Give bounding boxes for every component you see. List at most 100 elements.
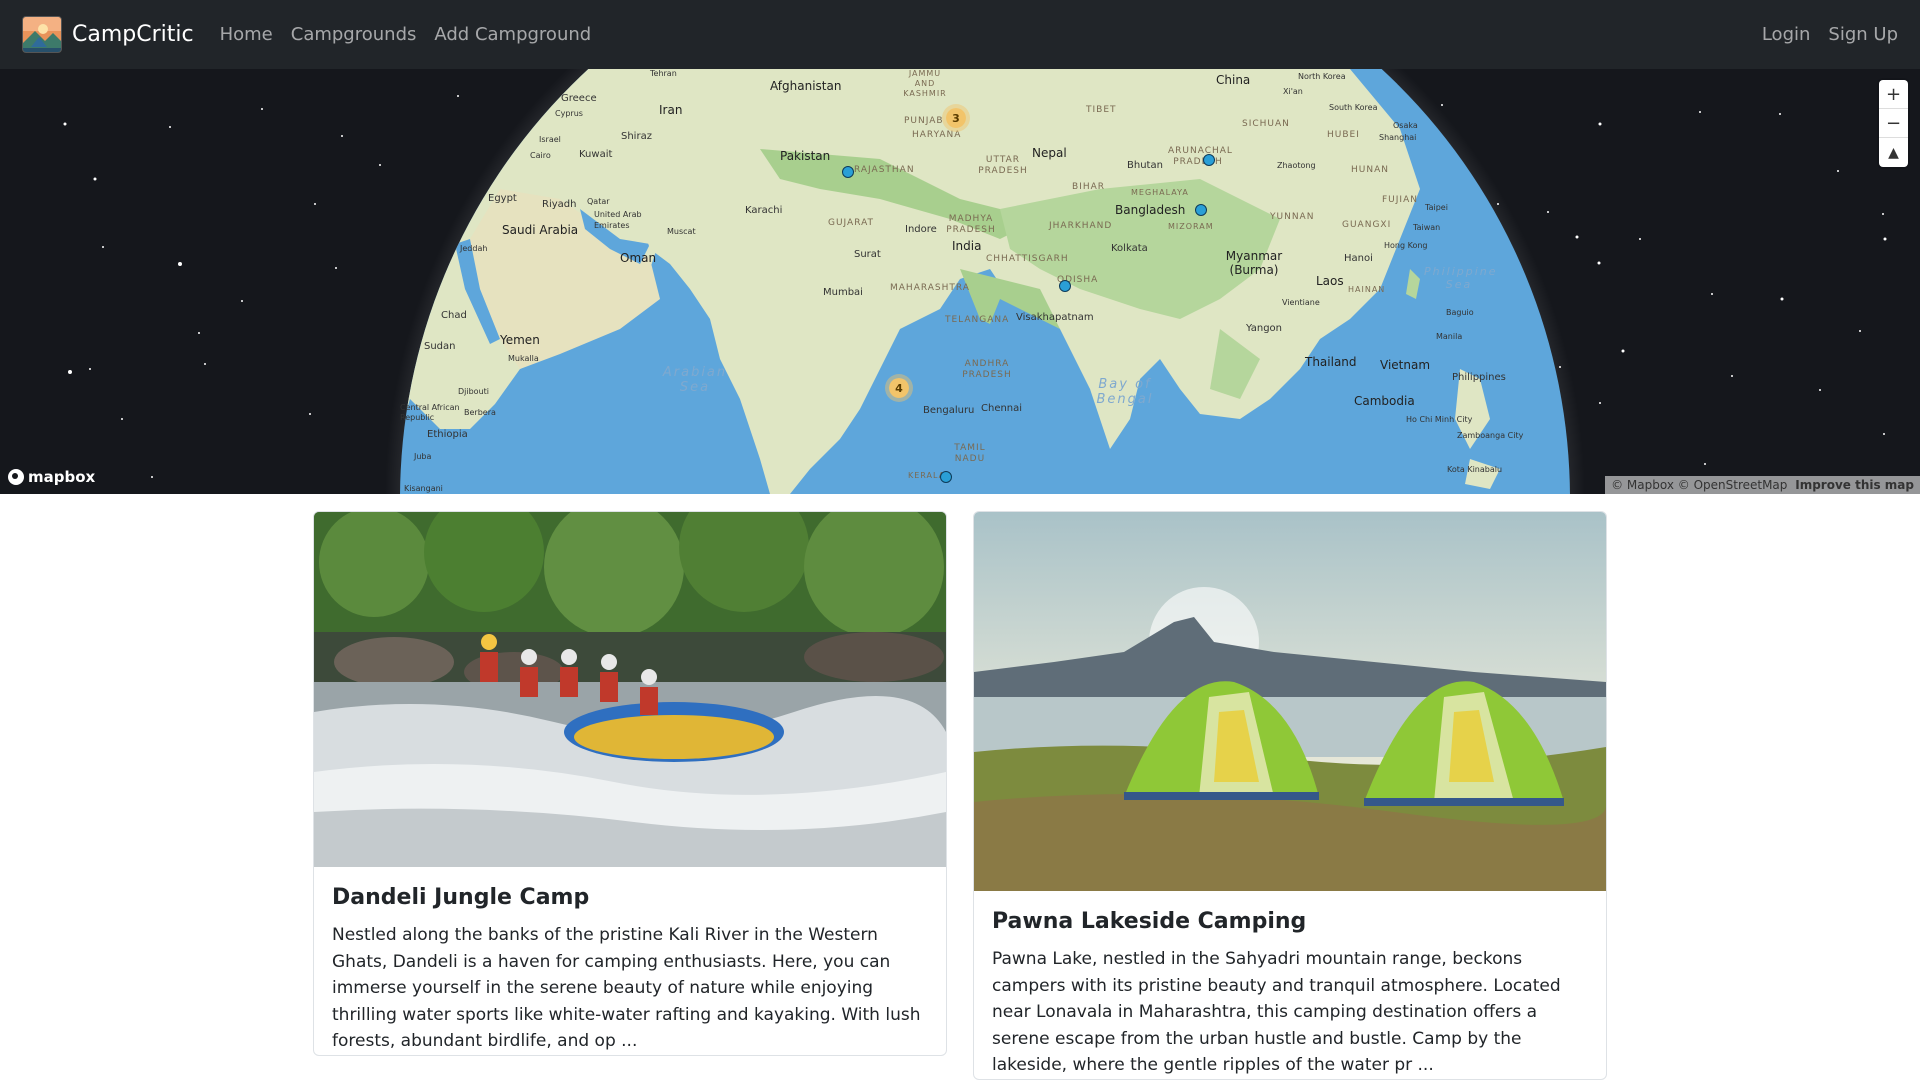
map-label-hong-kong: Hong Kong xyxy=(1384,241,1428,250)
map-label-zhaotong: Zhaotong xyxy=(1277,161,1316,170)
map-label-cairo: Cairo xyxy=(530,151,551,160)
map-label-zamboanga: Zamboanga City xyxy=(1457,431,1524,440)
map-pin[interactable] xyxy=(1059,280,1071,292)
map-label-cambodia: Cambodia xyxy=(1354,394,1415,408)
map-region-arunachal: ARUNACHAL PRADESH xyxy=(1168,146,1233,167)
brand-name: CampCritic xyxy=(72,22,194,47)
map-pin[interactable] xyxy=(940,471,952,483)
map-region-meghalaya: MEGHALAYA xyxy=(1131,188,1189,197)
map-cluster-4[interactable]: 4 xyxy=(885,374,913,402)
map-label-greece: Greece xyxy=(561,93,597,104)
map-label-kisangani: Kisangani xyxy=(404,484,443,493)
nav-login[interactable]: Login xyxy=(1762,24,1811,45)
map-pin[interactable] xyxy=(1203,154,1215,166)
card-title: Pawna Lakeside Camping xyxy=(992,909,1307,934)
map-attribution: © Mapbox © OpenStreetMap Improve this ma… xyxy=(1605,476,1920,494)
map-region-tn: TAMIL NADU xyxy=(954,443,986,464)
map-label-israel: Israel xyxy=(539,135,561,144)
map-region-chhattisgarh: CHHATTISGARH xyxy=(986,254,1069,264)
map-label-osaka: Osaka xyxy=(1393,121,1418,130)
map-cluster-3[interactable]: 3 xyxy=(942,104,970,132)
map-label-riyadh: Riyadh xyxy=(542,199,577,210)
map-pin[interactable] xyxy=(842,166,854,178)
map-label-bengaluru: Bengaluru xyxy=(923,405,975,416)
map-label-myanmar: Myanmar (Burma) xyxy=(1225,249,1283,277)
mapbox-logo[interactable]: mapbox xyxy=(8,468,95,486)
map-region-jharkhand: JHARKHAND xyxy=(1049,221,1113,231)
map-region-mizoram: MIZORAM xyxy=(1168,222,1214,231)
map-label-china: China xyxy=(1216,73,1251,87)
map-label-manila: Manila xyxy=(1436,332,1463,341)
mapbox-logo-icon xyxy=(8,469,24,485)
map-label-uae: United Arab Emirates xyxy=(594,210,642,230)
map-label-pakistan: Pakistan xyxy=(780,149,831,163)
map-label-philippines: Philippines xyxy=(1452,372,1506,383)
zoom-in-button[interactable]: + xyxy=(1879,80,1908,109)
nav-add-campground[interactable]: Add Campground xyxy=(434,24,591,45)
brand-link[interactable]: CampCritic xyxy=(22,16,194,53)
campground-card[interactable]: Pawna Lakeside Camping Pawna Lake, nestl… xyxy=(973,511,1607,1080)
map-navigation-control: + − ▲ xyxy=(1879,80,1908,167)
card-body: Dandeli Jungle Camp Nestled along the ba… xyxy=(314,867,946,1055)
map-region-yunnan: YUNNAN xyxy=(1270,212,1315,222)
nav-auth-links: Login Sign Up xyxy=(1744,24,1898,45)
map-label-laos: Laos xyxy=(1316,274,1344,288)
map-label-taiwan: Taiwan xyxy=(1413,223,1441,232)
map-label-hcmc: Ho Chi Minh City xyxy=(1406,415,1473,424)
map-region-hunan: HUNAN xyxy=(1351,165,1389,175)
cluster-map[interactable]: Afghanistan Iran Pakistan Nepal China In… xyxy=(0,69,1920,494)
card-title: Dandeli Jungle Camp xyxy=(332,885,590,910)
map-label-berbera: Berbera xyxy=(464,408,496,417)
map-pin[interactable] xyxy=(1195,204,1207,216)
map-label-cyprus: Cyprus xyxy=(555,109,583,118)
brand-logo-icon xyxy=(22,16,62,53)
improve-map-link[interactable]: Improve this map xyxy=(1795,478,1914,492)
map-label-ethiopia: Ethiopia xyxy=(427,429,468,440)
map-label-juba: Juba xyxy=(414,452,432,461)
map-label-karachi: Karachi xyxy=(745,205,783,216)
map-region-sichuan: SICHUAN xyxy=(1242,119,1290,129)
map-label-indore: Indore xyxy=(905,224,937,235)
map-label-chennai: Chennai xyxy=(981,403,1023,414)
nav-links: Home Campgrounds Add Campground xyxy=(220,24,610,45)
map-label-nepal: Nepal xyxy=(1032,146,1067,160)
map-label-kota-kinabalu: Kota Kinabalu xyxy=(1447,465,1503,474)
map-region-up: UTTAR PRADESH xyxy=(978,155,1028,176)
map-label-bhutan: Bhutan xyxy=(1127,160,1163,171)
compass-button[interactable]: ▲ xyxy=(1879,138,1908,167)
map-label-oman: Oman xyxy=(620,251,657,265)
map-label-saudi-arabia: Saudi Arabia xyxy=(502,223,579,237)
attribution-text[interactable]: © Mapbox © OpenStreetMap xyxy=(1611,478,1787,492)
card-description: Pawna Lake, nestled in the Sahyadri moun… xyxy=(992,949,1561,1075)
map-label-shanghai: Shanghai xyxy=(1379,133,1417,142)
map-sea-arabian: Arabian Sea xyxy=(662,365,728,395)
map-label-taipei: Taipei xyxy=(1425,203,1448,212)
map-label-sudan: Sudan xyxy=(424,341,456,352)
campground-card[interactable]: Dandeli Jungle Camp Nestled along the ba… xyxy=(313,511,947,1056)
map-label-qatar: Qatar xyxy=(587,197,610,206)
zoom-out-button[interactable]: − xyxy=(1879,109,1908,138)
map-label-muscat: Muscat xyxy=(667,227,696,236)
map-label-surat: Surat xyxy=(854,249,881,260)
card-body: Pawna Lakeside Camping Pawna Lake, nestl… xyxy=(974,891,1606,1079)
nav-campgrounds[interactable]: Campgrounds xyxy=(291,24,417,45)
map-region-gujarat: GUJARAT xyxy=(828,218,875,228)
map-label-yangon: Yangon xyxy=(1246,323,1283,334)
nav-home[interactable]: Home xyxy=(220,24,273,45)
map-label-thailand: Thailand xyxy=(1305,355,1357,369)
mapbox-logo-text: mapbox xyxy=(28,468,96,486)
map-label-egypt: Egypt xyxy=(488,193,517,204)
map-label-vientiane: Vientiane xyxy=(1282,298,1320,307)
map-label-yemen: Yemen xyxy=(500,333,540,347)
campground-image xyxy=(314,512,946,867)
campground-image xyxy=(974,512,1606,891)
map-region-mp: MADHYA PRADESH xyxy=(946,214,996,235)
map-region-hubei: HUBEI xyxy=(1327,130,1360,140)
map-label-visakhapatnam: Visakhapatnam xyxy=(1016,312,1094,323)
nav-signup[interactable]: Sign Up xyxy=(1828,24,1898,45)
navbar: CampCritic Home Campgrounds Add Campgrou… xyxy=(0,0,1920,69)
map-label-baguio: Baguio xyxy=(1446,308,1474,317)
map-label-vietnam: Vietnam xyxy=(1380,358,1431,372)
map-region-ap: ANDHRA PRADESH xyxy=(962,359,1012,380)
map-region-telangana: TELANGANA xyxy=(945,315,1010,325)
